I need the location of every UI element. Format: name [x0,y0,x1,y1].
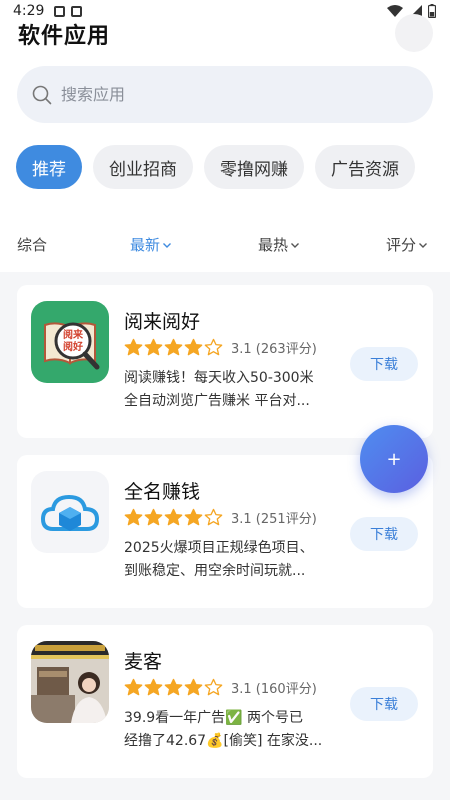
sort-bar: 综合 最新 最热 评分 [0,224,450,264]
app-description: 39.9看一年广告✅ 两个号已 经撸了42.67💰[偷笑] 在家没... [124,707,338,755]
app-description-line: 39.9看一年广告✅ 两个号已 [124,710,304,726]
avatar[interactable] [395,14,433,52]
star-filled-icon [164,338,183,356]
star-filled-icon [184,338,203,356]
sort-hottest[interactable]: 最热 [258,234,300,255]
status-time: 4:29 [13,3,45,19]
book-magnifier-icon: 阅来 阅好 [31,301,109,383]
chevron-down-icon [291,242,300,248]
search-input[interactable] [61,85,391,104]
sort-hottest-label: 最热 [258,236,289,254]
promo-photo-icon [31,641,109,723]
add-fab-button[interactable]: + [360,425,428,493]
sort-rating-label: 评分 [386,236,417,254]
chip-business[interactable]: 创业招商 [93,145,193,189]
star-filled-icon [124,508,143,526]
star-filled-icon [164,678,183,696]
download-button[interactable]: 下载 [350,347,418,381]
rating: 3.1 (251评分) [124,508,317,527]
sort-rating[interactable]: 评分 [386,234,428,255]
battery-icon [428,4,436,18]
icon-text-top: 阅来 [63,328,84,341]
category-chips: 推荐 创业招商 零撸网赚 广告资源 [16,145,415,189]
app-name: 麦客 [124,651,163,673]
rating-text: 3.1 (160评分) [231,682,317,697]
app-description: 2025火爆项目正规绿色项目、 到账稳定、用空余时间玩就... [124,537,338,585]
chip-earn[interactable]: 零撸网赚 [204,145,304,189]
star-filled-icon [124,338,143,356]
star-filled-icon [184,508,203,526]
app-card[interactable]: 阅来 阅好 阅来阅好 3.1 (263评分) 阅读赚钱！每天收入50-300米 … [17,285,433,438]
chevron-down-icon [419,242,428,248]
rating-text: 3.1 (263评分) [231,342,317,357]
app-description-line: 全自动浏览广告赚米 平台对... [124,393,310,409]
star-filled-icon [144,508,163,526]
star-filled-icon [164,508,183,526]
cloud-box-graphic [40,494,100,531]
rating-text: 3.1 (251评分) [231,512,317,527]
app-card[interactable]: 麦客 3.1 (160评分) 39.9看一年广告✅ 两个号已 经撸了42.67💰… [17,625,433,778]
rating: 3.1 (160评分) [124,678,317,697]
chip-recommend[interactable]: 推荐 [16,145,82,189]
notification-a-icon [54,6,65,17]
app-description-line: 2025火爆项目正规绿色项目、 [124,540,314,556]
cloud-box-icon [31,471,109,553]
notification-b-icon [71,6,82,17]
star-filled-icon [144,338,163,356]
sort-newest-label: 最新 [130,236,161,254]
star-filled-icon [124,678,143,696]
download-button[interactable]: 下载 [350,687,418,721]
book-magnifier-graphic: 阅来 阅好 [44,322,100,370]
app-description-line: 到账稳定、用空余时间玩就... [124,563,306,579]
star-outline-icon [204,678,223,696]
star-filled-icon [184,678,203,696]
app-name: 全名赚钱 [124,481,201,503]
app-description-line: 经撸了42.67💰[偷笑] 在家没... [124,733,323,749]
chevron-down-icon [163,242,172,248]
download-button[interactable]: 下载 [350,517,418,551]
star-outline-icon [204,508,223,526]
notification-icons [54,6,82,17]
promo-photo-graphic [31,641,109,723]
app-description-line: 阅读赚钱！每天收入50-300米 [124,370,314,386]
sort-overall-label: 综合 [17,236,48,254]
page-title: 软件应用 [18,24,111,49]
sort-newest[interactable]: 最新 [130,234,172,255]
star-outline-icon [204,338,223,356]
app-description: 阅读赚钱！每天收入50-300米 全自动浏览广告赚米 平台对... [124,367,338,415]
search-icon [32,85,52,104]
search-bar[interactable] [17,66,433,123]
wifi-icon [387,4,403,17]
app-name: 阅来阅好 [124,311,201,333]
icon-text-bottom: 阅好 [63,340,83,353]
rating: 3.1 (263评分) [124,338,317,357]
star-filled-icon [144,678,163,696]
chip-ads[interactable]: 广告资源 [315,145,415,189]
sort-overall[interactable]: 综合 [17,234,47,255]
